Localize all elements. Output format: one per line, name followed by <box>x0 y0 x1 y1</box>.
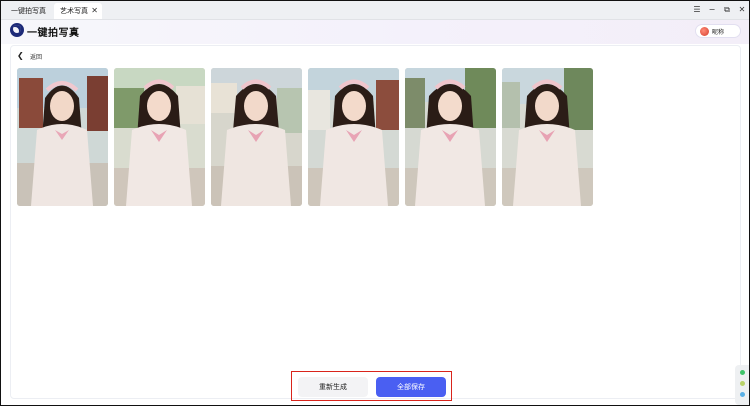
main-content: ❮ 返回 <box>10 45 741 399</box>
regenerate-button[interactable]: 重新生成 <box>298 377 368 397</box>
photo-thumbnail[interactable] <box>17 68 108 206</box>
app-logo-icon <box>10 23 24 37</box>
user-profile-button[interactable]: 昵称 <box>695 24 741 38</box>
restore-icon[interactable]: ⧉ <box>721 4 733 16</box>
photo-thumbnail[interactable] <box>211 68 302 206</box>
status-dot-icon <box>740 381 745 386</box>
app-window: 一键拍写真 艺术写真 ✕ ☰ − ⧉ ✕ 一键拍写真 昵称 ❮ 返回 重新生成 … <box>0 0 750 406</box>
portrait-image <box>114 68 205 206</box>
portrait-image <box>308 68 399 206</box>
side-status-rail <box>735 365 749 405</box>
app-title: 一键拍写真 <box>27 28 80 39</box>
photo-thumbnail[interactable] <box>308 68 399 206</box>
portrait-image <box>17 68 108 206</box>
tab-close-icon[interactable]: ✕ <box>91 3 98 19</box>
photo-thumbnail[interactable] <box>502 68 593 206</box>
tab-one-click-photo[interactable]: 一键拍写真 <box>5 3 53 19</box>
tab-bar: 一键拍写真 艺术写真 ✕ ☰ − ⧉ ✕ <box>1 1 749 20</box>
minimize-icon[interactable]: − <box>706 4 718 16</box>
status-dot-icon <box>740 392 745 397</box>
portrait-image <box>211 68 302 206</box>
photo-thumbnail[interactable] <box>114 68 205 206</box>
save-all-button[interactable]: 全部保存 <box>376 377 446 397</box>
back-label: 返回 <box>30 54 43 61</box>
status-dot-icon <box>740 370 745 375</box>
photo-thumbnail[interactable] <box>405 68 496 206</box>
portrait-image <box>502 68 593 206</box>
portrait-image <box>405 68 496 206</box>
action-button-group: 重新生成 全部保存 <box>291 371 452 401</box>
tab-label: 艺术写真 <box>60 7 88 15</box>
tab-label: 一键拍写真 <box>11 7 46 15</box>
close-window-icon[interactable]: ✕ <box>736 4 748 16</box>
chevron-left-icon: ❮ <box>17 51 24 60</box>
photo-gallery <box>17 68 607 208</box>
menu-icon[interactable]: ☰ <box>691 4 703 16</box>
user-name: 昵称 <box>712 29 725 36</box>
avatar <box>700 27 709 36</box>
app-header: 一键拍写真 昵称 <box>1 20 749 44</box>
tab-art-photo[interactable]: 艺术写真 ✕ <box>54 3 102 19</box>
